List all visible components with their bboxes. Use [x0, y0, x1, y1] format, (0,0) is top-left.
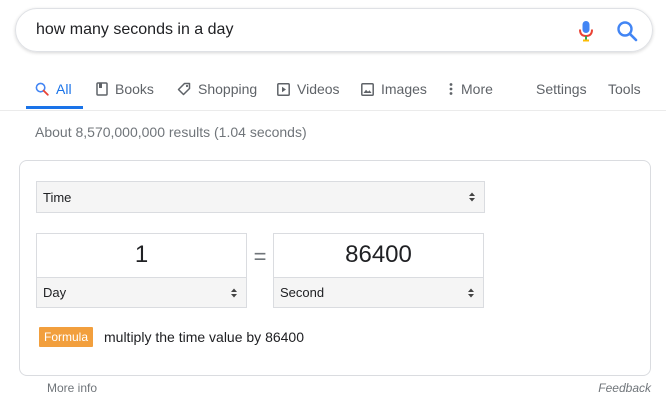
- unit-type-select[interactable]: Time: [36, 181, 485, 213]
- unit-converter-card: Time Day = Second Formula multiply the t…: [19, 160, 651, 376]
- from-unit-value: Day: [43, 285, 67, 300]
- to-unit-select[interactable]: Second: [273, 277, 484, 308]
- tab-label: All: [56, 81, 72, 97]
- tab-books[interactable]: Books: [96, 70, 154, 108]
- from-unit-box: Day: [36, 233, 247, 308]
- formula-text: multiply the time value by 86400: [104, 329, 304, 345]
- tab-settings[interactable]: Settings: [536, 70, 587, 108]
- tab-shopping[interactable]: Shopping: [177, 70, 257, 108]
- from-value-input[interactable]: [37, 234, 246, 276]
- tab-images[interactable]: Images: [361, 70, 427, 108]
- tab-label: Books: [115, 81, 154, 97]
- feedback-link[interactable]: Feedback: [598, 381, 651, 395]
- more-info-link[interactable]: More info: [47, 381, 97, 395]
- select-arrows-icon: [467, 287, 475, 299]
- tab-label: Tools: [608, 81, 641, 97]
- play-icon: [277, 82, 290, 96]
- select-arrows-icon: [468, 191, 476, 203]
- to-value-input[interactable]: [274, 234, 483, 276]
- search-tabs: All Books Shopping Videos Images More Se…: [0, 70, 666, 111]
- to-unit-value: Second: [280, 285, 325, 300]
- formula-badge: Formula: [39, 327, 94, 347]
- tag-icon: [177, 82, 191, 96]
- tab-all[interactable]: All: [35, 70, 72, 108]
- from-unit-select[interactable]: Day: [36, 277, 247, 308]
- equals-sign: =: [253, 244, 267, 269]
- tab-tools[interactable]: Tools: [608, 70, 641, 108]
- search-input[interactable]: [36, 9, 556, 51]
- result-stats: About 8,570,000,000 results (1.04 second…: [35, 124, 307, 140]
- search-icon[interactable]: [616, 20, 638, 42]
- search-bar: [15, 8, 653, 52]
- book-icon: [96, 82, 108, 96]
- tab-label: Videos: [297, 81, 340, 97]
- active-tab-indicator: [26, 106, 83, 109]
- tab-label: Images: [381, 81, 427, 97]
- tab-label: Settings: [536, 81, 587, 97]
- select-arrows-icon: [230, 287, 238, 299]
- tab-label: More: [461, 81, 493, 97]
- tab-videos[interactable]: Videos: [277, 70, 340, 108]
- to-unit-box: Second: [273, 233, 484, 308]
- more-vert-icon: [448, 82, 454, 96]
- tab-label: Shopping: [198, 81, 258, 97]
- image-icon: [361, 82, 374, 96]
- microphone-icon[interactable]: [578, 20, 594, 42]
- tab-more[interactable]: More: [448, 70, 493, 108]
- unit-type-value: Time: [43, 189, 72, 205]
- search-icon: [35, 82, 49, 96]
